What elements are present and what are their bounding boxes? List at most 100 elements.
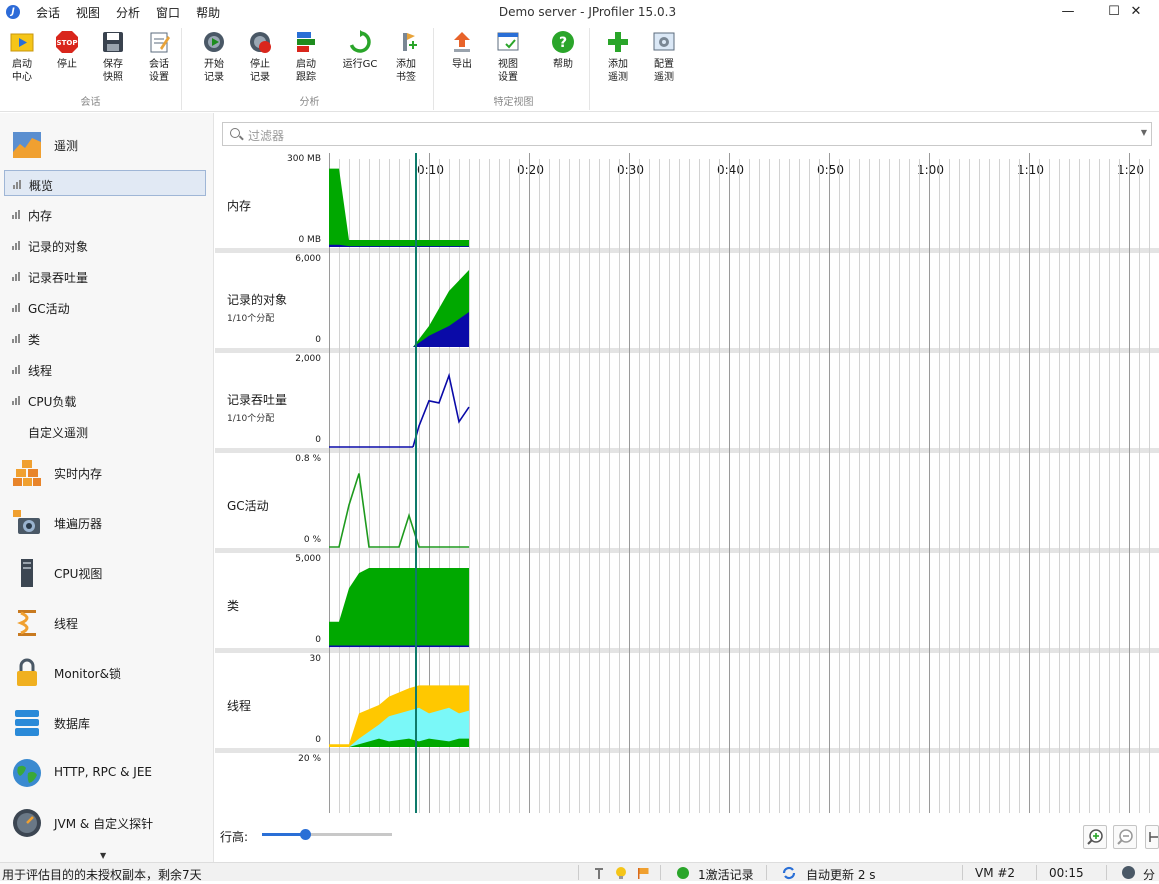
fit-width-button[interactable]: [1145, 825, 1159, 849]
row-label: 类: [227, 599, 240, 613]
help-button[interactable]: ? 帮助: [541, 30, 585, 71]
start-tracking-button[interactable]: 启动 跟踪: [284, 30, 328, 84]
label-line1: 启动: [12, 59, 32, 70]
export-button[interactable]: 导出: [440, 30, 484, 71]
row-height-label: 行高:: [220, 830, 249, 844]
bar-chart-icon: [12, 303, 22, 312]
scroll-down-icon[interactable]: ▼: [100, 851, 106, 860]
row-label: 记录吞吐量: [227, 393, 288, 407]
auto-update-status[interactable]: 自动更新 2 s: [806, 866, 876, 883]
sidebar-item-gc-activity[interactable]: GC活动: [4, 294, 206, 320]
sidebar-item-custom-telemetry[interactable]: 自定义遥测: [4, 418, 206, 444]
start-center-icon: [10, 30, 34, 54]
license-text: 用于评估目的的未授权副本，剩余7天: [2, 868, 202, 882]
sidebar-item-label: 记录的对象: [28, 240, 89, 254]
label-line1: 保存: [103, 59, 123, 70]
window-title: Demo server - JProfiler 15.0.3: [498, 5, 677, 19]
pin-icon[interactable]: [592, 866, 606, 883]
stop-button[interactable]: STOP 停止: [45, 30, 89, 71]
add-telemetry-icon: [606, 30, 630, 54]
sidebar-item-memory[interactable]: 内存: [4, 201, 206, 227]
sidebar-section-http-rpc-jee[interactable]: HTTP, RPC & JEE: [0, 747, 214, 797]
stop-icon: STOP: [55, 30, 79, 54]
sidebar-section-live-memory[interactable]: 实时内存: [0, 447, 214, 497]
row-sublabel: 1/10个分配: [227, 314, 275, 324]
y-min-label: 0: [315, 435, 321, 445]
sidebar-section-threads[interactable]: 线程: [0, 597, 214, 647]
sidebar-item-threads[interactable]: 线程: [4, 356, 206, 382]
y-max-label: 300 MB: [287, 154, 321, 164]
sidebar-section-cpu-views[interactable]: CPU视图: [0, 547, 214, 597]
close-icon[interactable]: ✕: [1113, 2, 1159, 24]
sidebar-section-telemetry[interactable]: 遥测: [0, 119, 214, 169]
add-bookmark-button[interactable]: 添加 书签: [384, 30, 428, 84]
stop-recording-button[interactable]: 停止 记录: [238, 30, 282, 84]
zoom-out-button[interactable]: [1113, 825, 1137, 849]
section-label: JVM & 自定义探针: [54, 817, 154, 831]
search-icon: [230, 128, 240, 138]
throughput-line: [412, 372, 470, 448]
y-max-label: 20 %: [298, 754, 321, 764]
divider: [962, 865, 963, 880]
row-label: GC活动: [227, 499, 269, 513]
section-label: Monitor&锁: [54, 667, 121, 681]
y-min-label: 0: [315, 635, 321, 645]
view-settings-button[interactable]: 视图 设置: [486, 30, 530, 84]
sidebar-section-jvm-probes[interactable]: JVM & 自定义探针: [0, 797, 214, 847]
sidebar-item-cpu-load[interactable]: CPU负载: [4, 387, 206, 413]
group-label: 特定视图: [493, 97, 534, 108]
y-max-label: 2,000: [295, 354, 321, 364]
sidebar-item-recorded-throughput[interactable]: 记录吞吐量: [4, 263, 206, 289]
group-label: 分析: [299, 97, 320, 108]
configure-telemetry-button[interactable]: 配置 遥测: [642, 30, 686, 84]
save-snapshot-button[interactable]: 保存 快照: [91, 30, 135, 84]
sidebar-item-label: 概览: [29, 179, 54, 193]
label-line1: 添加: [396, 59, 416, 70]
cpu-views-icon: [12, 558, 42, 588]
bar-chart-icon: [13, 180, 23, 189]
bar-chart-icon: [12, 365, 22, 374]
sidebar-item-recorded-objects[interactable]: 记录的对象: [4, 232, 206, 258]
label-line2: 跟踪: [296, 72, 316, 83]
filter-field[interactable]: 过滤器 ▼: [222, 122, 1152, 146]
label-line2: 记录: [250, 72, 270, 83]
title-bar: J 会话 视图 分析 窗口 帮助 Demo server - JProfiler…: [0, 0, 1159, 26]
database-icon: [12, 708, 42, 738]
add-telemetry-button[interactable]: 添加 遥测: [596, 30, 640, 84]
start-recording-button[interactable]: 开始 记录: [192, 30, 236, 84]
label-line2: 书签: [396, 72, 416, 83]
sidebar-section-database[interactable]: 数据库: [0, 697, 214, 747]
heap-walker-icon: [12, 508, 42, 538]
recording-status[interactable]: 1激活记录: [698, 866, 754, 883]
sidebar-item-classes[interactable]: 类: [4, 325, 206, 351]
bulb-icon[interactable]: [614, 866, 628, 883]
sidebar-item-label: 线程: [28, 364, 53, 378]
minimize-icon[interactable]: —: [1045, 2, 1091, 24]
bar-chart-icon: [12, 241, 22, 250]
sidebar-item-overview[interactable]: 概览: [4, 170, 206, 196]
telemetry-charts[interactable]: [329, 153, 1159, 813]
telemetry-overview: 过滤器 ▼ 0:10 0:20 0:30 0:40 0:50 1:00 1:10 1:20 内…: [215, 113, 1159, 862]
svg-text:STOP: STOP: [57, 39, 78, 47]
y-min-label: 0: [315, 735, 321, 745]
session-settings-button[interactable]: 会话 设置: [137, 30, 181, 84]
sidebar-section-monitors-locks[interactable]: Monitor&锁: [0, 647, 214, 697]
start-recording-icon: [202, 30, 226, 54]
row-height-slider[interactable]: [262, 829, 392, 840]
chevron-down-icon[interactable]: ▼: [1141, 128, 1147, 137]
section-label: 数据库: [54, 717, 91, 731]
bottom-controls: 行高:: [215, 813, 1159, 859]
divider: [1036, 865, 1037, 880]
y-max-label: 5,000: [295, 554, 321, 564]
zoom-in-button[interactable]: [1083, 825, 1107, 849]
filter-placeholder: 过滤器: [248, 129, 285, 143]
divider: [766, 865, 767, 880]
sidebar-section-heap-walker[interactable]: 堆遍历器: [0, 497, 214, 547]
bar-chart-icon: [12, 334, 22, 343]
run-gc-button[interactable]: 运行GC: [338, 30, 382, 71]
start-center-button[interactable]: 启动 中心: [0, 30, 44, 84]
run-gc-icon: [348, 30, 372, 54]
bar-chart-icon: [12, 272, 22, 281]
flag-icon[interactable]: [636, 866, 650, 883]
slider-thumb[interactable]: [299, 829, 311, 840]
